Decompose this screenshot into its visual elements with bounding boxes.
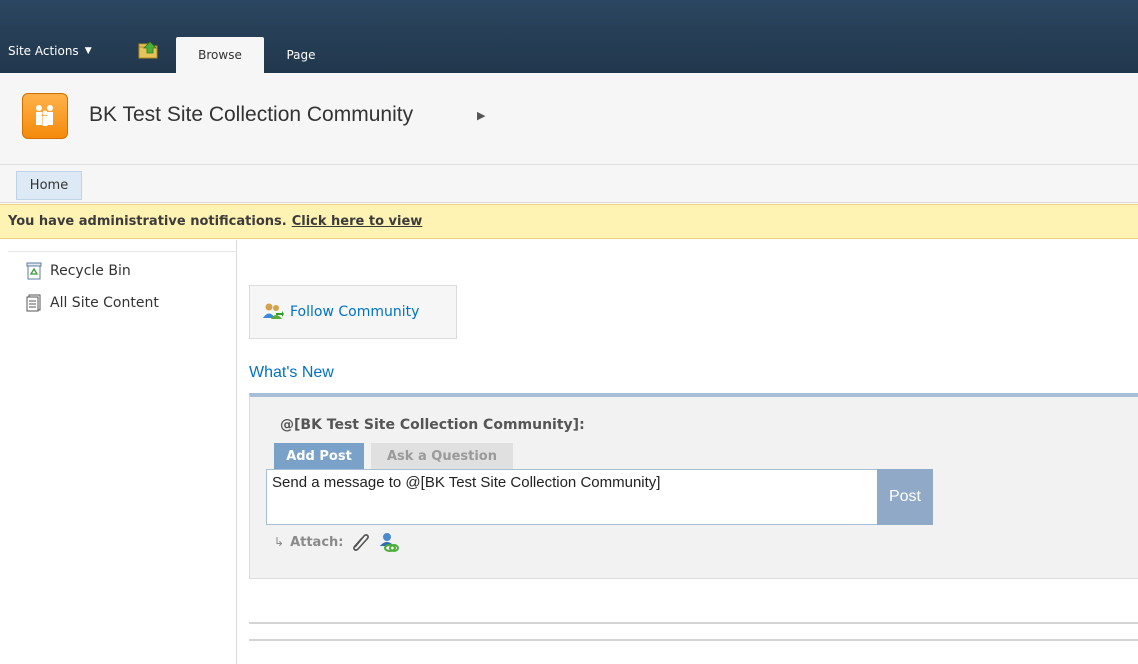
post-heading: @[BK Test Site Collection Community]: [280,417,585,433]
leftnav-divider [8,240,237,252]
attach-arrow: ↳ [274,535,285,549]
post-button-label: Post [888,488,921,505]
tab-page-label: Page [286,48,316,62]
site-actions-menu[interactable]: Site Actions ▼ [8,44,92,58]
admin-notification-bar: You have administrative notifications. C… [0,204,1138,239]
attach-label: Attach: [290,534,344,550]
tab-ask-question[interactable]: Ask a Question [371,443,513,470]
tab-browse-label: Browse [198,48,242,62]
post-message-input[interactable]: Send a message to @[BK Test Site Collect… [266,469,878,525]
tab-ask-question-label: Ask a Question [387,449,497,464]
notification-message: You have administrative notifications. [8,214,287,229]
folder-up-icon[interactable] [138,40,160,60]
content-divider-1 [249,622,1138,624]
attach-row: ↳ Attach: [274,531,400,553]
site-content-icon [26,294,41,312]
site-title[interactable]: BK Test Site Collection Community [89,103,413,127]
topnav-home-label: Home [29,178,69,193]
topnav-item-home[interactable]: Home [16,171,82,200]
ribbon: Site Actions ▼ Browse Page [0,0,1138,73]
tab-add-post[interactable]: Add Post [274,443,364,476]
leftnav-item-all-site-content[interactable]: All Site Content [26,294,159,312]
content-divider-2 [249,639,1138,641]
leftnav-allcontent-label: All Site Content [50,295,159,311]
community-people-icon[interactable] [22,93,68,139]
leftnav-item-recycle-bin[interactable]: Recycle Bin [26,262,131,280]
tab-add-post-label: Add Post [286,449,352,464]
notification-link[interactable]: Click here to view [292,214,423,229]
tab-browse[interactable]: Browse [176,37,264,73]
left-navigation: Recycle Bin All Site Content [8,240,237,664]
follow-people-icon [263,303,284,319]
paperclip-icon[interactable] [349,531,371,553]
chevron-down-icon: ▼ [84,46,92,56]
chevron-right-icon: ▶ [477,109,486,122]
post-panel: @[BK Test Site Collection Community]: Ad… [249,393,1138,579]
leftnav-recycle-label: Recycle Bin [50,263,131,279]
whats-new-heading: What's New [249,364,334,381]
post-button[interactable]: Post [877,469,933,525]
site-actions-label: Site Actions [8,44,79,58]
top-navigation: Home [0,165,1138,203]
follow-community-button[interactable]: Follow Community [249,285,457,339]
tab-page[interactable]: Page [275,37,327,73]
follow-community-label: Follow Community [290,304,420,320]
link-people-icon[interactable] [377,531,400,553]
recycle-bin-icon [26,262,42,280]
title-area: BK Test Site Collection Community ▶ [0,73,1138,165]
